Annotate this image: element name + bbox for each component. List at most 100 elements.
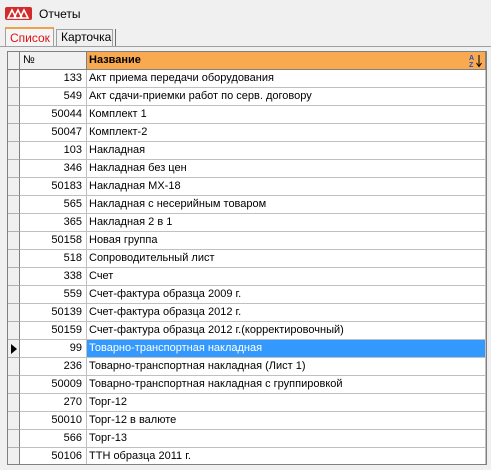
cell-number[interactable]: 99	[20, 340, 87, 358]
row-indicator[interactable]	[8, 196, 20, 214]
cell-number[interactable]: 103	[20, 142, 87, 160]
svg-text:Z: Z	[469, 62, 474, 68]
cell-number[interactable]: 270	[20, 394, 87, 412]
table-row[interactable]: 99 Товарно-транспортная накладная	[8, 340, 486, 358]
row-indicator[interactable]	[8, 430, 20, 448]
cell-name[interactable]: Счет	[87, 268, 486, 286]
table-row[interactable]: 50183 Накладная МХ-18	[8, 178, 486, 196]
row-indicator[interactable]	[8, 70, 20, 88]
cell-name[interactable]: Товарно-транспортная накладная	[87, 340, 486, 358]
row-indicator[interactable]	[8, 286, 20, 304]
cell-name[interactable]: Акт приема передачи оборудования	[87, 70, 486, 88]
cell-number[interactable]: 50010	[20, 412, 87, 430]
cell-number[interactable]: 338	[20, 268, 87, 286]
tab-divider	[0, 46, 491, 47]
table-row[interactable]: 566 Торг-13	[8, 430, 486, 448]
row-indicator[interactable]	[8, 214, 20, 232]
table-row[interactable]: 518 Сопроводительный лист	[8, 250, 486, 268]
table-row[interactable]: 103 Накладная	[8, 142, 486, 160]
cell-number[interactable]: 50183	[20, 178, 87, 196]
cell-name[interactable]: Счет-фактура образца 2012 г.	[87, 304, 486, 322]
cell-name[interactable]: Акт сдачи-приемки работ по серв. договор…	[87, 88, 486, 106]
cell-name[interactable]: Комплект-2	[87, 124, 486, 142]
row-indicator[interactable]	[8, 358, 20, 376]
cell-name[interactable]: ТТН образца 2011 г.	[87, 448, 486, 464]
cell-name[interactable]: Товарно-транспортная накладная с группир…	[87, 376, 486, 394]
table-row[interactable]: 365 Накладная 2 в 1	[8, 214, 486, 232]
table-row[interactable]: 133 Акт приема передачи оборудования	[8, 70, 486, 88]
row-indicator[interactable]	[8, 106, 20, 124]
row-indicator[interactable]	[8, 412, 20, 430]
cell-number[interactable]: 566	[20, 430, 87, 448]
row-indicator[interactable]	[8, 322, 20, 340]
table-row[interactable]: 50106 ТТН образца 2011 г.	[8, 448, 486, 464]
row-indicator[interactable]	[8, 160, 20, 178]
current-row-pointer-icon	[11, 344, 17, 354]
cell-name[interactable]: Счет-фактура образца 2009 г.	[87, 286, 486, 304]
cell-number[interactable]: 50159	[20, 322, 87, 340]
table-row[interactable]: 346 Накладная без цен	[8, 160, 486, 178]
row-indicator[interactable]	[8, 394, 20, 412]
cell-name[interactable]: Счет-фактура образца 2012 г.(корректиров…	[87, 322, 486, 340]
row-indicator[interactable]	[8, 178, 20, 196]
column-header-number[interactable]: №	[20, 52, 87, 70]
row-indicator[interactable]	[8, 304, 20, 322]
column-header-name-label: Название	[89, 54, 141, 66]
row-indicator[interactable]	[8, 124, 20, 142]
cell-name[interactable]: Торг-12 в валюте	[87, 412, 486, 430]
cell-name[interactable]: Сопроводительный лист	[87, 250, 486, 268]
cell-name[interactable]: Накладная МХ-18	[87, 178, 486, 196]
cell-name[interactable]: Накладная без цен	[87, 160, 486, 178]
table-row[interactable]: 270 Торг-12	[8, 394, 486, 412]
cell-number[interactable]: 50009	[20, 376, 87, 394]
cell-name[interactable]: Накладная	[87, 142, 486, 160]
row-indicator[interactable]	[8, 448, 20, 464]
row-indicator[interactable]	[8, 376, 20, 394]
table-row[interactable]: 50047 Комплект-2	[8, 124, 486, 142]
tab-list[interactable]: Список	[5, 27, 54, 47]
cell-number[interactable]: 559	[20, 286, 87, 304]
reports-grid[interactable]: № Название A Z 133 Акт приема передачи об…	[7, 51, 487, 465]
row-indicator[interactable]	[8, 268, 20, 286]
cell-name[interactable]: Комплект 1	[87, 106, 486, 124]
row-indicator[interactable]	[8, 88, 20, 106]
cell-name[interactable]: Товарно-транспортная накладная (Лист 1)	[87, 358, 486, 376]
cell-number[interactable]: 236	[20, 358, 87, 376]
table-row[interactable]: 50158 Новая группа	[8, 232, 486, 250]
table-row[interactable]: 236 Товарно-транспортная накладная (Лист …	[8, 358, 486, 376]
cell-name[interactable]: Накладная с несерийным товаром	[87, 196, 486, 214]
cell-name[interactable]: Торг-13	[87, 430, 486, 448]
table-row[interactable]: 50010 Торг-12 в валюте	[8, 412, 486, 430]
cell-number[interactable]: 565	[20, 196, 87, 214]
table-row[interactable]: 50009 Товарно-транспортная накладная с гр…	[8, 376, 486, 394]
cell-number[interactable]: 50139	[20, 304, 87, 322]
tab-bar: Список Карточка	[0, 27, 491, 47]
row-indicator[interactable]	[8, 250, 20, 268]
cell-number[interactable]: 133	[20, 70, 87, 88]
cell-name[interactable]: Торг-12	[87, 394, 486, 412]
header-indicator-cell	[8, 52, 20, 70]
row-indicator[interactable]	[8, 232, 20, 250]
table-row[interactable]: 565 Накладная с несерийным товаром	[8, 196, 486, 214]
sort-az-icon[interactable]: A Z	[468, 53, 483, 69]
table-row[interactable]: 338 Счет	[8, 268, 486, 286]
cell-number[interactable]: 50106	[20, 448, 87, 464]
column-header-name[interactable]: Название A Z	[87, 52, 486, 70]
cell-number[interactable]: 365	[20, 214, 87, 232]
table-row[interactable]: 50044 Комплект 1	[8, 106, 486, 124]
cell-name[interactable]: Накладная 2 в 1	[87, 214, 486, 232]
table-row[interactable]: 559 Счет-фактура образца 2009 г.	[8, 286, 486, 304]
tab-card[interactable]: Карточка	[56, 29, 116, 46]
cell-name[interactable]: Новая группа	[87, 232, 486, 250]
cell-number[interactable]: 518	[20, 250, 87, 268]
cell-number[interactable]: 549	[20, 88, 87, 106]
row-indicator[interactable]	[8, 142, 20, 160]
table-row[interactable]: 549 Акт сдачи-приемки работ по серв. дого…	[8, 88, 486, 106]
table-row[interactable]: 50159 Счет-фактура образца 2012 г.(коррек…	[8, 322, 486, 340]
cell-number[interactable]: 50047	[20, 124, 87, 142]
row-indicator[interactable]	[8, 340, 20, 358]
cell-number[interactable]: 50158	[20, 232, 87, 250]
table-row[interactable]: 50139 Счет-фактура образца 2012 г.	[8, 304, 486, 322]
cell-number[interactable]: 50044	[20, 106, 87, 124]
cell-number[interactable]: 346	[20, 160, 87, 178]
